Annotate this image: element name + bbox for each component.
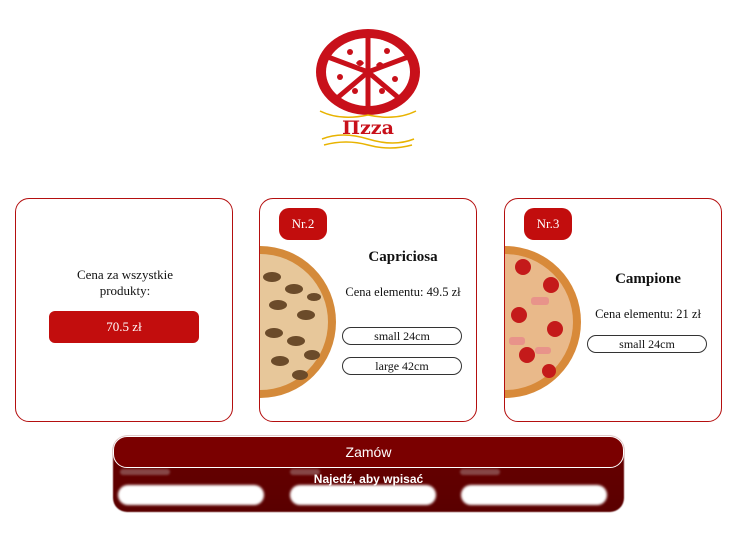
total-price-badge: 70.5 zł: [49, 311, 199, 343]
pizza-logo: Πzza: [310, 27, 426, 149]
total-summary-card: Cena za wszystkie produkty: 70.5 zł: [15, 198, 233, 422]
product-card: Nr.3 Campione Cena elementu: 21 zł small…: [504, 198, 722, 422]
total-label: Cena za wszystkie produkty:: [76, 267, 174, 298]
size-button-small[interactable]: small 24cm: [342, 327, 462, 345]
hover-hint: Najedź, aby wpisać: [313, 472, 424, 486]
form-input[interactable]: [118, 485, 264, 505]
size-button-large[interactable]: large 42cm: [342, 357, 462, 375]
size-button-small[interactable]: small 24cm: [587, 335, 707, 353]
product-card: Nr.2 Capriciosa Cena elementu: 49.5 zł s…: [259, 198, 477, 422]
form-input[interactable]: [461, 485, 607, 505]
product-number-badge: Nr.3: [524, 208, 572, 240]
product-price: Cena elementu: 21 zł: [595, 307, 701, 321]
form-input[interactable]: [290, 485, 436, 505]
order-button[interactable]: Zamów: [113, 436, 624, 468]
product-name: Capriciosa: [368, 249, 438, 265]
pizza-image: [505, 237, 585, 407]
logo-text: Πzza: [342, 117, 394, 139]
pizza-image: [260, 237, 340, 407]
product-price: Cena elementu: 49.5 zł: [345, 285, 461, 299]
product-name: Campione: [615, 271, 681, 287]
product-number-badge: Nr.2: [279, 208, 327, 240]
